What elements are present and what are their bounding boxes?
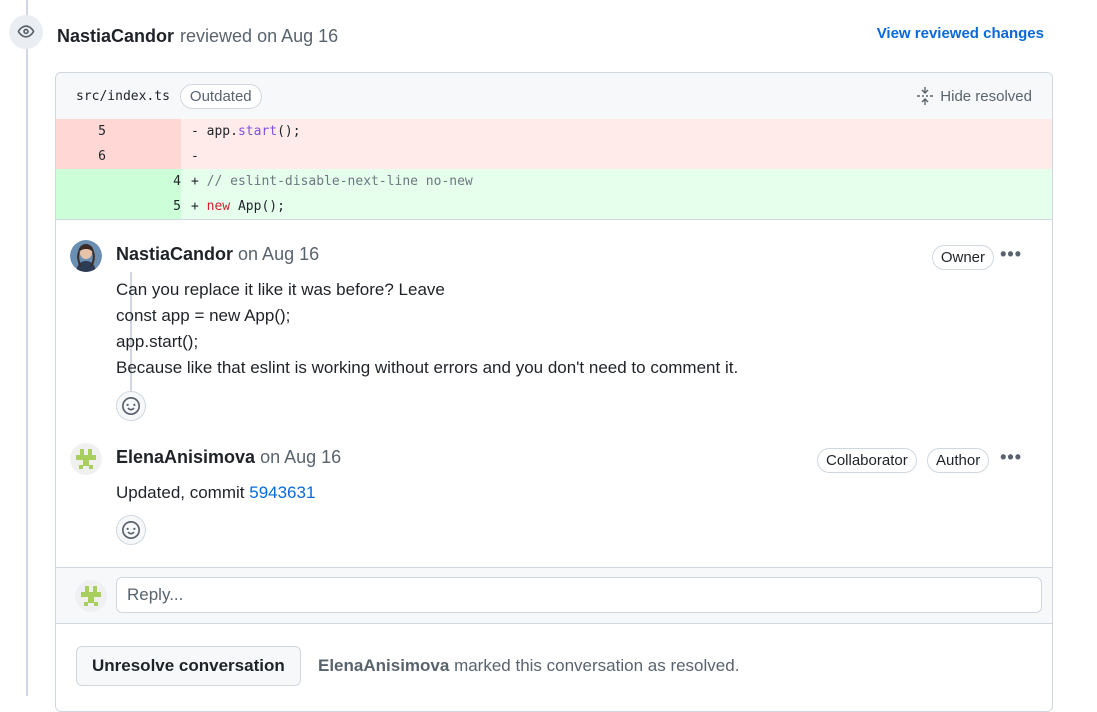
diff-sign: + — [191, 174, 199, 189]
comment-line: const app = new App(); — [116, 306, 291, 325]
collaborator-badge: Collaborator — [817, 448, 917, 473]
comment-author-link[interactable]: NastiaCandor — [116, 244, 233, 264]
comment-body: Updated, commit 5943631 — [116, 480, 315, 506]
hide-resolved-button[interactable]: Hide resolved — [916, 86, 1032, 106]
resolved-text: marked this conversation as resolved. — [454, 656, 740, 675]
comment-line: Can you replace it like it was before? L… — [116, 280, 445, 299]
code-token: start — [237, 124, 278, 139]
eye-icon — [9, 15, 43, 49]
reply-bar — [56, 567, 1052, 624]
identicon-avatar[interactable] — [70, 443, 102, 475]
diff-code: + // eslint-disable-next-line no-new — [181, 169, 473, 194]
add-reaction-button[interactable] — [116, 391, 146, 421]
comment-date[interactable]: on Aug 16 — [238, 244, 319, 264]
code-token: App(); — [230, 199, 285, 214]
diff-sign: + — [191, 199, 199, 214]
smiley-icon — [122, 521, 140, 539]
code-token: // eslint-disable-next-line no-new — [206, 174, 473, 189]
resolve-row: Unresolve conversation ElenaAnisimova ma… — [56, 646, 1052, 706]
avatar[interactable] — [70, 240, 102, 272]
smiley-icon — [122, 397, 140, 415]
review-thread: src/index.ts Outdated Hide resolved 5 - a… — [55, 72, 1053, 712]
old-line-number[interactable]: 6 — [56, 144, 106, 169]
diff-code: - app.start(); — [181, 119, 301, 144]
comment-author: NastiaCandor on Aug 16 — [116, 244, 319, 265]
comment-author: ElenaAnisimova on Aug 16 — [116, 447, 341, 468]
unresolve-conversation-button[interactable]: Unresolve conversation — [76, 646, 301, 686]
outdated-badge: Outdated — [179, 83, 262, 109]
diff-code: - — [181, 144, 207, 169]
diff-table: 5- app.start(); 6- 4 + // eslint-disable-n… — [56, 119, 1052, 219]
diff-row-deleted: 6- — [56, 144, 1052, 169]
new-line-number[interactable]: 5 — [106, 194, 181, 219]
author-badge: Author — [927, 448, 990, 473]
identicon-avatar — [75, 580, 107, 612]
comment-text: Updated, commit — [116, 483, 250, 502]
comment-line: app.start(); — [116, 332, 199, 351]
comment-options-icon[interactable]: ••• — [1000, 447, 1022, 468]
code-token: new — [206, 199, 231, 214]
code-token: (); — [277, 124, 301, 139]
comment-options-icon[interactable]: ••• — [1000, 244, 1022, 265]
fold-icon — [917, 87, 934, 105]
diff-sign: - — [191, 124, 199, 139]
diff-sign: - — [191, 149, 199, 164]
comments-section: NastiaCandor on Aug 16 Owner ••• Can you … — [56, 219, 1052, 568]
file-header: src/index.ts Outdated Hide resolved — [56, 73, 1052, 119]
add-reaction-button[interactable] — [116, 515, 146, 545]
file-path[interactable]: src/index.ts — [76, 89, 170, 104]
old-line-number[interactable]: 5 — [56, 119, 106, 144]
diff-row-added: 4 + // eslint-disable-next-line no-new — [56, 169, 1052, 194]
comment-date[interactable]: on Aug 16 — [260, 447, 341, 467]
diff-row-deleted: 5 - app.start(); — [56, 119, 1052, 144]
view-reviewed-changes-link[interactable]: View reviewed changes — [877, 25, 1044, 42]
new-line-number[interactable]: 4 — [106, 169, 181, 194]
old-line-number[interactable] — [56, 169, 106, 194]
review-author-link[interactable]: NastiaCandor — [57, 26, 174, 47]
owner-badge: Owner — [931, 245, 994, 270]
timeline-line — [26, 0, 28, 696]
comment-body: Can you replace it like it was before? L… — [116, 277, 738, 381]
review-meta: reviewed on Aug 16 — [180, 25, 339, 46]
code-token: app. — [206, 124, 238, 139]
old-line-number[interactable] — [56, 194, 106, 219]
diff-row-added: 5 + new App(); — [56, 194, 1052, 219]
review-header: NastiaCandor reviewed on Aug 16 — [57, 24, 338, 48]
comment-author-link[interactable]: ElenaAnisimova — [116, 447, 255, 467]
resolved-by-link[interactable]: ElenaAnisimova — [318, 656, 449, 675]
new-line-number[interactable] — [106, 144, 181, 169]
hide-resolved-label: Hide resolved — [940, 87, 1032, 105]
resolved-note: ElenaAnisimova marked this conversation … — [318, 656, 739, 676]
new-line-number[interactable] — [106, 119, 181, 144]
commit-link[interactable]: 5943631 — [249, 483, 315, 502]
diff-code: + new App(); — [181, 194, 285, 219]
comment-line: Because like that eslint is working with… — [116, 358, 739, 377]
reply-input[interactable] — [116, 577, 1042, 613]
